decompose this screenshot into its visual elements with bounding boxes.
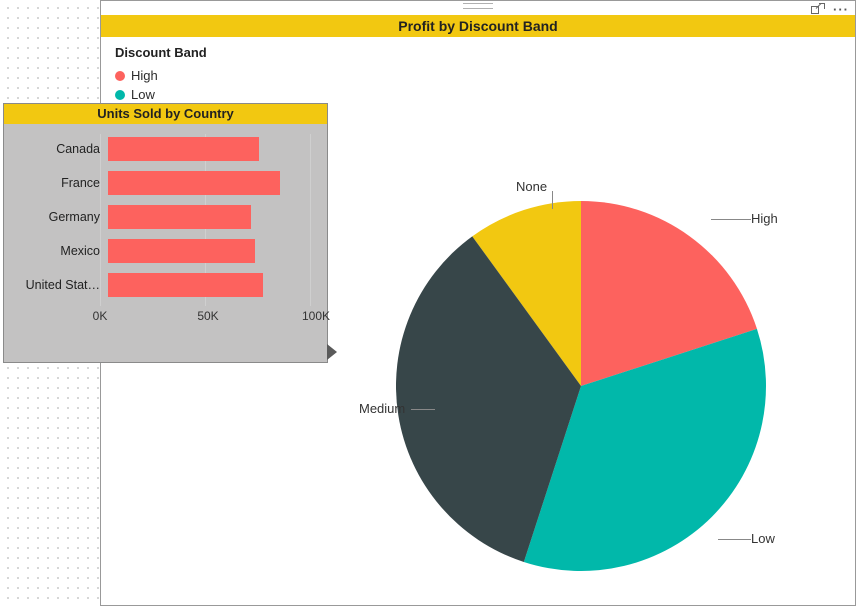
leader-line <box>718 539 751 540</box>
legend-item[interactable]: High <box>115 68 207 83</box>
pie-slice-label-medium: Medium <box>359 401 405 416</box>
bar-fill <box>108 205 251 229</box>
bar-row[interactable]: Canada <box>4 134 327 164</box>
bar-fill <box>108 137 259 161</box>
visual-title: Profit by Discount Band <box>101 15 855 37</box>
legend-item[interactable]: Low <box>115 87 207 102</box>
tooltip-title: Units Sold by Country <box>4 104 327 124</box>
bar-track <box>108 238 318 264</box>
pie-slice-label-high: High <box>751 211 778 226</box>
leader-line <box>711 219 751 220</box>
bar-category-label: Mexico <box>4 244 108 258</box>
axis-tick: 50K <box>197 309 218 323</box>
bar-chart: Canada France Germany Mexico United Stat… <box>4 134 327 304</box>
bar-row[interactable]: United Stat… <box>4 270 327 300</box>
bar-category-label: Germany <box>4 210 108 224</box>
pie-slice-label-low: Low <box>751 531 775 546</box>
legend-item-label: High <box>131 68 158 83</box>
bar-track <box>108 272 318 298</box>
bar-category-label: Canada <box>4 142 108 156</box>
bar-category-label: France <box>4 176 108 190</box>
x-axis: 0K 50K 100K <box>100 309 316 329</box>
bar-track <box>108 204 318 230</box>
bar-fill <box>108 239 255 263</box>
bar-fill <box>108 171 280 195</box>
legend-swatch-icon <box>115 71 125 81</box>
legend-title: Discount Band <box>115 45 207 60</box>
bar-fill <box>108 273 263 297</box>
axis-tick: 100K <box>302 309 330 323</box>
axis-tick: 0K <box>93 309 108 323</box>
bar-row[interactable]: Germany <box>4 202 327 232</box>
legend-item-label: Low <box>131 87 155 102</box>
leader-line <box>552 191 553 209</box>
bar-row[interactable]: Mexico <box>4 236 327 266</box>
bar-row[interactable]: France <box>4 168 327 198</box>
leader-line <box>411 409 435 410</box>
pie-slice-label-none: None <box>516 179 547 194</box>
tooltip-pointer-icon <box>327 344 337 360</box>
bar-track <box>108 170 318 196</box>
pie-chart[interactable]: High Low Medium None <box>321 151 841 591</box>
bar-category-label: United Stat… <box>4 278 108 292</box>
legend-swatch-icon <box>115 90 125 100</box>
tooltip-visual-units-sold-by-country: Units Sold by Country Canada France German… <box>3 103 328 363</box>
drag-handle-icon[interactable] <box>463 3 493 9</box>
bar-track <box>108 136 318 162</box>
